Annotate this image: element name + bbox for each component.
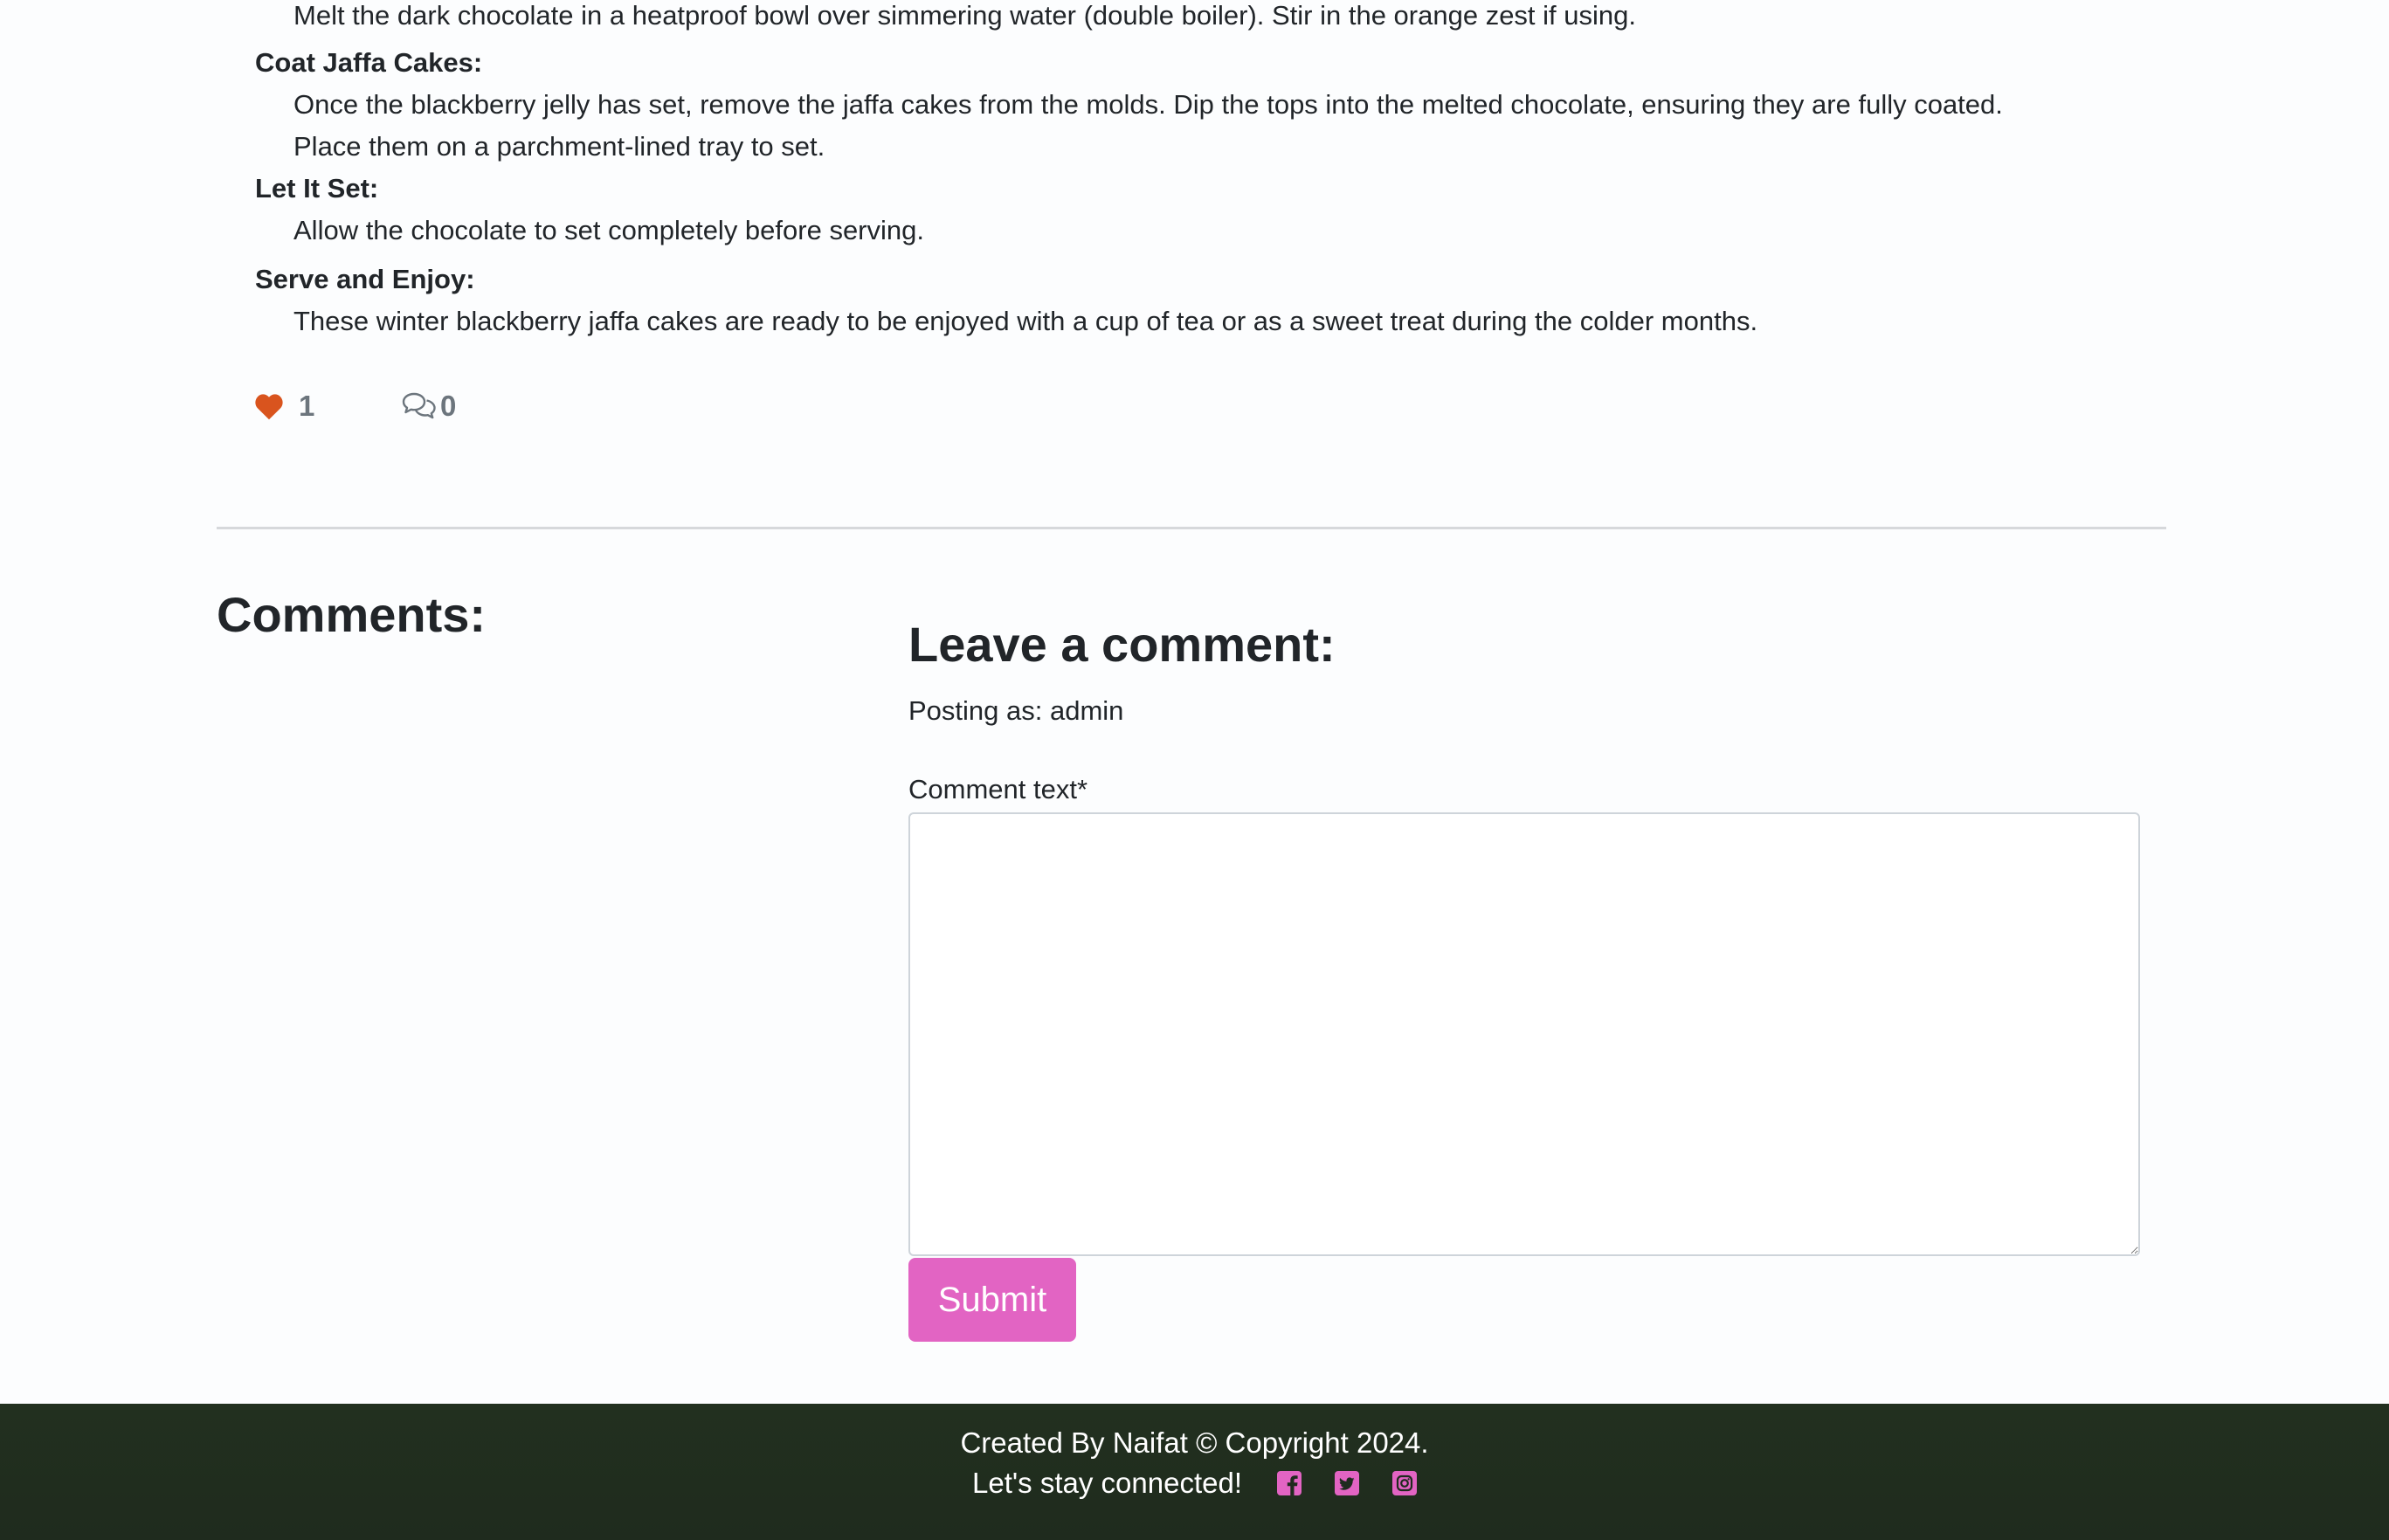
step-title: Coat Jaffa Cakes: [255,47,483,78]
step-body: These winter blackberry jaffa cakes are … [293,306,1758,336]
comment-textarea[interactable] [908,812,2140,1256]
comment-form: Leave a comment: Posting as: admin Comme… [908,610,2140,1342]
section-divider [217,527,2166,529]
like-toggle[interactable]: 1 [253,390,402,423]
posting-as-text: Posting as: admin [908,695,1124,726]
footer-connect-text: Let's stay connected! [972,1467,1242,1499]
comments-icon [402,392,436,419]
comments-count: 0 [440,390,457,422]
step-body: Allow the chocolate to set completely be… [293,215,924,245]
heart-icon[interactable] [253,392,285,420]
submit-button[interactable]: Submit [908,1258,1076,1342]
comment-form-heading: Leave a comment: [908,617,1336,672]
post-meta: 1 0 [253,384,456,428]
instagram-icon[interactable] [1392,1471,1417,1495]
twitter-icon[interactable] [1335,1471,1359,1495]
site-footer: Created By Naifat © Copyright 2024. Let'… [0,1404,2389,1540]
step-body: Once the blackberry jelly has set, remov… [293,89,2003,120]
footer-copyright: Created By Naifat © Copyright 2024. [960,1426,1429,1459]
step-body: Place them on a parchment-lined tray to … [293,131,825,162]
step-body-melt-chocolate: Melt the dark chocolate in a heatproof b… [293,0,1636,31]
likes-count: 1 [299,390,315,422]
recipe-page: Melt the dark chocolate in a heatproof b… [0,0,2389,1540]
comments-heading: Comments: [217,587,487,642]
step-title: Serve and Enjoy: [255,264,475,294]
step-serve-and-enjoy: Serve and Enjoy: These winter blackberry… [255,259,1757,342]
facebook-icon[interactable] [1277,1471,1302,1495]
comment-text-label: Comment text* [908,774,1088,805]
step-title: Let It Set: [255,173,379,204]
step-coat-jaffa-cakes: Coat Jaffa Cakes: Once the blackberry je… [255,42,2003,168]
step-let-it-set: Let It Set: Allow the chocolate to set c… [255,168,924,252]
footer-connect-row: Let's stay connected! [0,1463,2389,1503]
social-links [1277,1471,1417,1495]
comments-counter: 0 [402,390,456,423]
